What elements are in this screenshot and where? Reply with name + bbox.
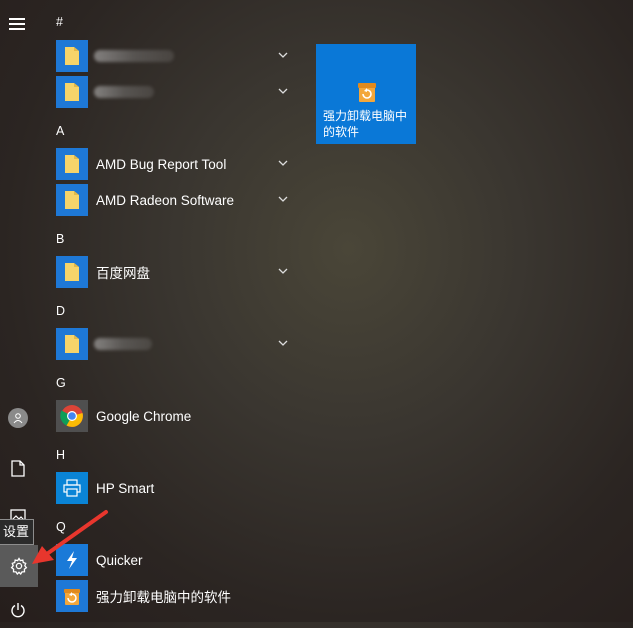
pinned-tile-uninstaller[interactable]: 强力卸载电脑中的软件 [316, 44, 416, 144]
chevron-down-icon[interactable] [276, 84, 290, 98]
app-list-item[interactable] [56, 328, 296, 360]
folder-icon [56, 256, 88, 288]
folder-icon [56, 328, 88, 360]
folder-icon [56, 184, 88, 216]
chevron-down-icon[interactable] [276, 192, 290, 206]
account-button[interactable] [0, 400, 36, 436]
documents-button[interactable] [0, 450, 36, 486]
section-header-hash[interactable]: # [56, 15, 63, 29]
hamburger-icon-line [9, 28, 25, 30]
expand-menu-button[interactable] [0, 4, 36, 40]
app-list-item-uninstaller[interactable]: 强力卸载电脑中的软件 [56, 580, 296, 612]
power-icon [11, 603, 25, 618]
section-header-b[interactable]: B [56, 232, 64, 246]
app-list-item-hp-smart[interactable]: HP Smart [56, 472, 296, 504]
power-button[interactable] [0, 592, 36, 628]
section-header-a[interactable]: A [56, 124, 64, 138]
app-list-item[interactable] [56, 76, 296, 108]
app-label: 强力卸载电脑中的软件 [96, 590, 231, 605]
folder-icon [56, 148, 88, 180]
trash-bin-icon [358, 83, 376, 102]
app-list-item[interactable] [56, 40, 296, 72]
chrome-icon [56, 400, 88, 432]
app-label: AMD Radeon Software [96, 192, 235, 208]
redacted-label [94, 338, 152, 350]
app-label: AMD Bug Report Tool [96, 156, 227, 172]
section-header-d[interactable]: D [56, 304, 65, 318]
red-arrow-annotation [32, 510, 108, 564]
hamburger-icon [9, 18, 25, 20]
app-label: Google Chrome [96, 408, 192, 424]
app-list-item-amd-radeon-software[interactable]: AMD Radeon Software [56, 184, 296, 216]
folder-icon [56, 40, 88, 72]
chevron-down-icon[interactable] [276, 156, 290, 170]
section-header-h[interactable]: H [56, 448, 65, 462]
user-icon [8, 408, 28, 428]
document-icon [11, 459, 25, 477]
app-label: 百度网盘 [96, 266, 150, 281]
section-header-g[interactable]: G [56, 376, 66, 390]
redacted-label [94, 50, 174, 62]
hamburger-icon-line [9, 23, 25, 25]
app-list-item-amd-bug-report-tool[interactable]: AMD Bug Report Tool [56, 148, 296, 180]
chevron-down-icon[interactable] [276, 48, 290, 62]
app-label: HP Smart [96, 480, 155, 496]
chevron-down-icon[interactable] [276, 264, 290, 278]
printer-icon [56, 472, 88, 504]
chevron-down-icon[interactable] [276, 336, 290, 350]
folder-icon [56, 76, 88, 108]
app-list-item-google-chrome[interactable]: Google Chrome [56, 400, 296, 432]
redacted-label [94, 86, 154, 98]
trash-bin-icon [56, 580, 88, 612]
tile-label: 强力卸载电脑中的软件 [323, 109, 408, 139]
app-list-item-baidu-netdisk[interactable]: 百度网盘 [56, 256, 296, 288]
